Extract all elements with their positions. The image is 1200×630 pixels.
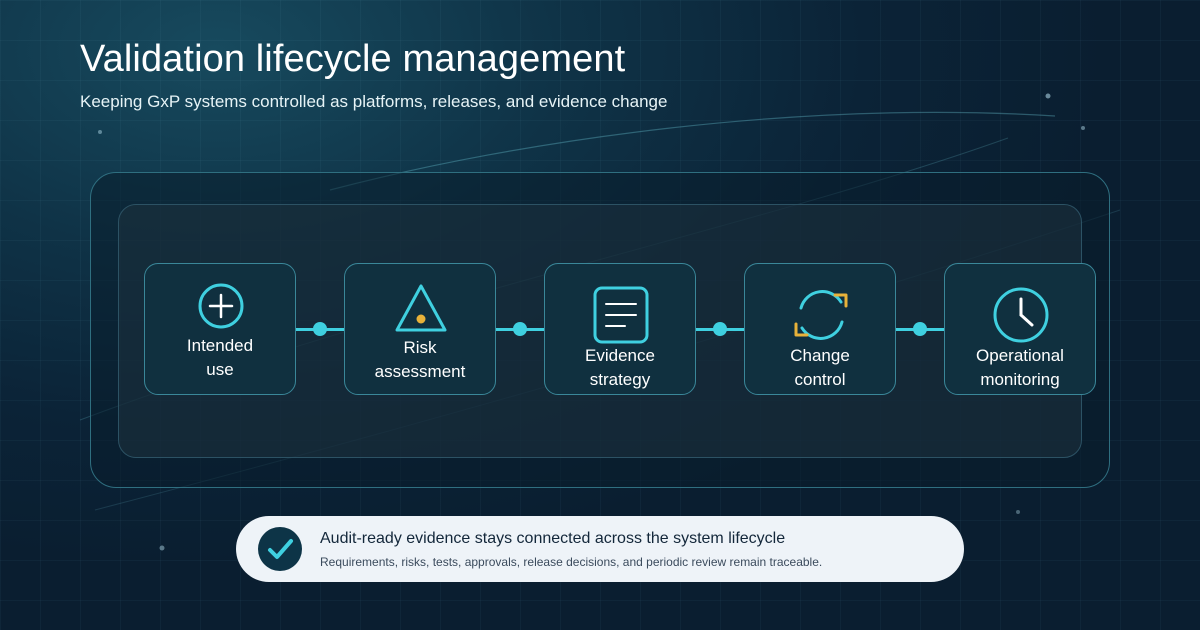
page-subtitle: Keeping GxP systems controlled as platfo…	[80, 92, 668, 111]
callout-text: Requirements, risks, tests, approvals, r…	[320, 555, 823, 569]
step-change-control: Change control	[744, 263, 896, 395]
step-label-line2: assessment	[374, 362, 466, 381]
step-label-line1: Intended	[186, 336, 254, 355]
step-risk-assessment: Risk assessment	[344, 263, 496, 395]
step-operational-monitoring: Operational monitoring	[944, 263, 1096, 395]
checkmark-icon	[268, 539, 293, 559]
step-label-line1: Change	[790, 346, 850, 365]
step-label-line1: Risk	[403, 338, 437, 357]
step-label-line2: strategy	[589, 370, 651, 389]
step-label-line2: control	[794, 370, 846, 389]
check-badge	[258, 527, 302, 571]
connector-dot-4	[913, 322, 927, 336]
step-label-line2: monitoring	[980, 370, 1060, 389]
step-label-line1: Operational	[976, 346, 1064, 365]
connector-dot-2	[513, 322, 527, 336]
step-evidence-strategy: Evidence strategy	[544, 263, 696, 395]
connector-dot-1	[313, 322, 327, 336]
step-label-line1: Evidence	[585, 346, 655, 365]
page-title: Validation lifecycle management	[80, 38, 626, 80]
callout-title: Audit-ready evidence stays connected acr…	[320, 530, 786, 547]
connector-dot-3	[713, 322, 727, 336]
step-label-line2: use	[206, 360, 234, 379]
audit-ready-callout	[236, 516, 964, 582]
step-intended-use: Intended use	[144, 263, 296, 395]
